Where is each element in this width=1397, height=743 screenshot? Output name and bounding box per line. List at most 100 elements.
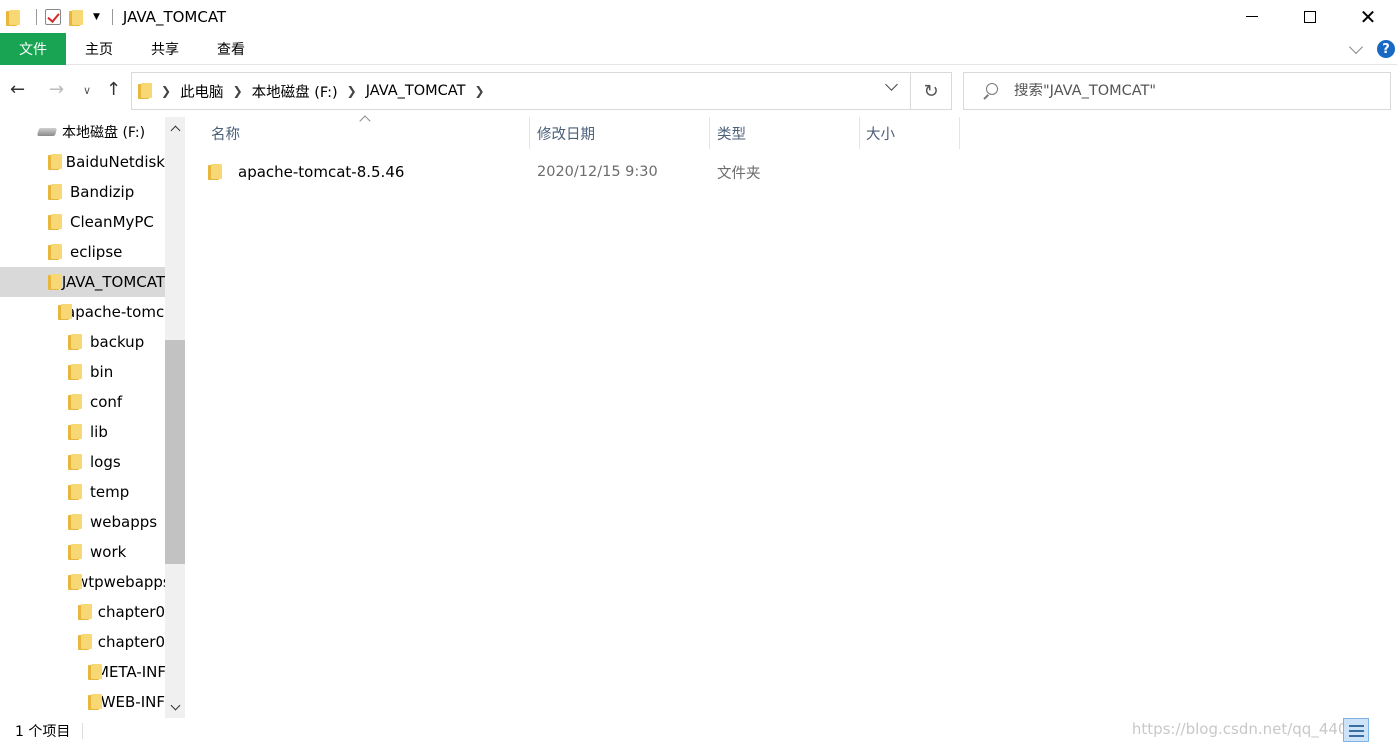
scrollbar-thumb[interactable] — [165, 340, 185, 564]
sidebar-item-label: chapter0 — [97, 603, 165, 621]
sidebar-item-label: logs — [90, 453, 121, 471]
folder-icon — [78, 604, 92, 620]
divider — [36, 8, 37, 25]
breadcrumb-java-tomcat[interactable]: JAVA_TOMCAT — [366, 83, 466, 99]
customize-toolbar-dropdown-icon[interactable]: ▼ — [93, 12, 100, 22]
column-divider[interactable] — [959, 117, 960, 149]
sidebar-item-folder[interactable]: bin — [0, 357, 165, 387]
sidebar-item-label: chapter0 — [97, 633, 165, 651]
close-button[interactable]: ✕ — [1339, 0, 1397, 33]
file-list: 名称 修改日期 类型 大小 apache-tomcat-8.5.46 2020/… — [186, 115, 1397, 718]
breadcrumb-this-pc[interactable]: 此电脑 — [180, 81, 224, 102]
sidebar-item-label: 本地磁盘 (F:) — [62, 125, 146, 141]
view-toggles — [1343, 718, 1369, 742]
folder-icon — [68, 364, 82, 380]
sidebar-item-folder[interactable]: wtpwebapps — [0, 567, 165, 597]
navigation-pane: 本地磁盘 (F:) BaiduNetdisk Bandizip CleanMyPC ec… — [0, 117, 186, 718]
search-input[interactable] — [1014, 83, 1374, 99]
sidebar-item-folder[interactable]: backup — [0, 327, 165, 357]
sidebar-item-label: bin — [90, 363, 114, 381]
breadcrumb-drive-f[interactable]: 本地磁盘 (F:) — [252, 81, 338, 102]
sidebar-item-drive[interactable]: 本地磁盘 (F:) — [0, 117, 165, 147]
tab-home[interactable]: 主页 — [66, 33, 132, 65]
folder-icon — [48, 184, 62, 200]
file-name: apache-tomcat-8.5.46 — [238, 163, 405, 181]
folder-icon — [68, 514, 82, 530]
sidebar-item-folder[interactable]: webapps — [0, 507, 165, 537]
folder-icon — [68, 484, 82, 500]
sidebar-item-folder[interactable]: META-INF — [0, 657, 165, 687]
folder-icon — [68, 424, 82, 440]
column-divider[interactable] — [709, 117, 710, 149]
sidebar-item-label: BaiduNetdisk — [65, 153, 165, 171]
column-header-modified[interactable]: 修改日期 — [537, 117, 595, 149]
sidebar-item-folder[interactable]: logs — [0, 447, 165, 477]
column-header-type[interactable]: 类型 — [717, 117, 746, 149]
column-divider[interactable] — [859, 117, 860, 149]
sidebar-item-folder[interactable]: WEB-INF — [0, 687, 165, 717]
tab-file[interactable]: 文件 — [0, 32, 66, 65]
sidebar-item-folder[interactable]: Bandizip — [0, 177, 165, 207]
column-divider[interactable] — [529, 117, 530, 149]
minimize-button[interactable] — [1223, 0, 1281, 33]
folder-icon — [6, 9, 20, 26]
column-header-size[interactable]: 大小 — [866, 117, 895, 149]
breadcrumb-chevron-icon[interactable]: ❯ — [233, 84, 243, 98]
sidebar-item-folder[interactable]: chapter0 — [0, 627, 165, 657]
status-bar: 1 个项目 https://blog.csdn.net/qq_4400 — [0, 718, 1397, 743]
properties-check-icon[interactable] — [45, 8, 61, 25]
sidebar-item-folder[interactable]: lib — [0, 417, 165, 447]
tab-share[interactable]: 共享 — [132, 33, 198, 65]
navigation-pane-scrollbar[interactable] — [165, 117, 185, 718]
window-controls: ✕ — [1223, 0, 1397, 33]
sidebar-item-folder[interactable]: JAVA_TOMCAT — [0, 267, 165, 297]
sidebar-item-folder[interactable]: chapter0 — [0, 597, 165, 627]
new-folder-icon[interactable] — [69, 9, 83, 26]
search-box[interactable] — [963, 72, 1391, 110]
sidebar-item-folder[interactable]: BaiduNetdisk — [0, 147, 165, 177]
refresh-button[interactable]: ↻ — [911, 72, 952, 110]
scroll-up-button[interactable] — [165, 117, 185, 139]
tab-view[interactable]: 查看 — [198, 33, 264, 65]
expand-ribbon-icon[interactable] — [1348, 39, 1364, 55]
sidebar-item-folder[interactable]: temp — [0, 477, 165, 507]
folder-icon — [48, 244, 62, 260]
window-title: JAVA_TOMCAT — [122, 7, 227, 26]
recent-locations-chevron-icon[interactable]: ∨ — [83, 84, 91, 97]
sidebar-item-folder[interactable]: CleanMyPC — [0, 207, 165, 237]
sidebar-item-folder[interactable]: eclipse — [0, 237, 165, 267]
folder-tree: 本地磁盘 (F:) BaiduNetdisk Bandizip CleanMyPC ec… — [0, 117, 165, 718]
up-arrow-icon[interactable]: ↑ — [106, 79, 121, 100]
divider — [82, 722, 84, 739]
address-bar[interactable]: ❯ 此电脑 ❯ 本地磁盘 (F:) ❯ JAVA_TOMCAT ❯ — [131, 72, 911, 110]
address-folder-icon — [138, 83, 152, 99]
details-view-icon[interactable] — [1343, 718, 1369, 742]
sidebar-item-folder[interactable]: work — [0, 537, 165, 567]
search-icon — [982, 83, 998, 99]
column-header-name[interactable]: 名称 — [211, 117, 240, 149]
back-arrow-icon[interactable]: ← — [10, 79, 25, 100]
sidebar-item-label: wtpwebapps — [76, 573, 165, 591]
folder-icon — [68, 334, 82, 350]
scroll-down-button[interactable] — [165, 696, 185, 718]
help-icon[interactable]: ? — [1377, 40, 1395, 58]
sidebar-item-label: apache-tomcat-8.5.46 — [66, 303, 165, 321]
navigation-bar: ← → ∨ ↑ ❯ 此电脑 ❯ 本地磁盘 (F:) ❯ JAVA_TOMCAT … — [0, 66, 1397, 116]
sidebar-item-folder[interactable]: conf — [0, 387, 165, 417]
breadcrumb-chevron-icon[interactable]: ❯ — [347, 84, 357, 98]
forward-arrow-icon[interactable]: → — [49, 79, 64, 100]
watermark-text: https://blog.csdn.net/qq_4400 — [1131, 720, 1357, 738]
breadcrumb-chevron-icon[interactable]: ❯ — [474, 84, 484, 98]
sidebar-item-label: WEB-INF — [100, 693, 165, 711]
ribbon-right: ? — [1348, 33, 1397, 65]
breadcrumb-chevron-icon[interactable]: ❯ — [161, 84, 171, 98]
sidebar-item-folder[interactable]: apache-tomcat-8.5.46 — [0, 297, 165, 327]
sidebar-item-label: JAVA_TOMCAT — [61, 273, 165, 291]
maximize-button[interactable] — [1281, 0, 1339, 33]
scroll-up-icon — [170, 125, 180, 135]
sidebar-item-label: temp — [90, 483, 130, 501]
sidebar-item-label: META-INF — [96, 663, 165, 681]
table-row[interactable]: apache-tomcat-8.5.46 — [208, 157, 528, 187]
sidebar-item-label: Bandizip — [70, 183, 135, 201]
ribbon-tabs: 文件 主页 共享 查看 ? — [0, 32, 1397, 65]
